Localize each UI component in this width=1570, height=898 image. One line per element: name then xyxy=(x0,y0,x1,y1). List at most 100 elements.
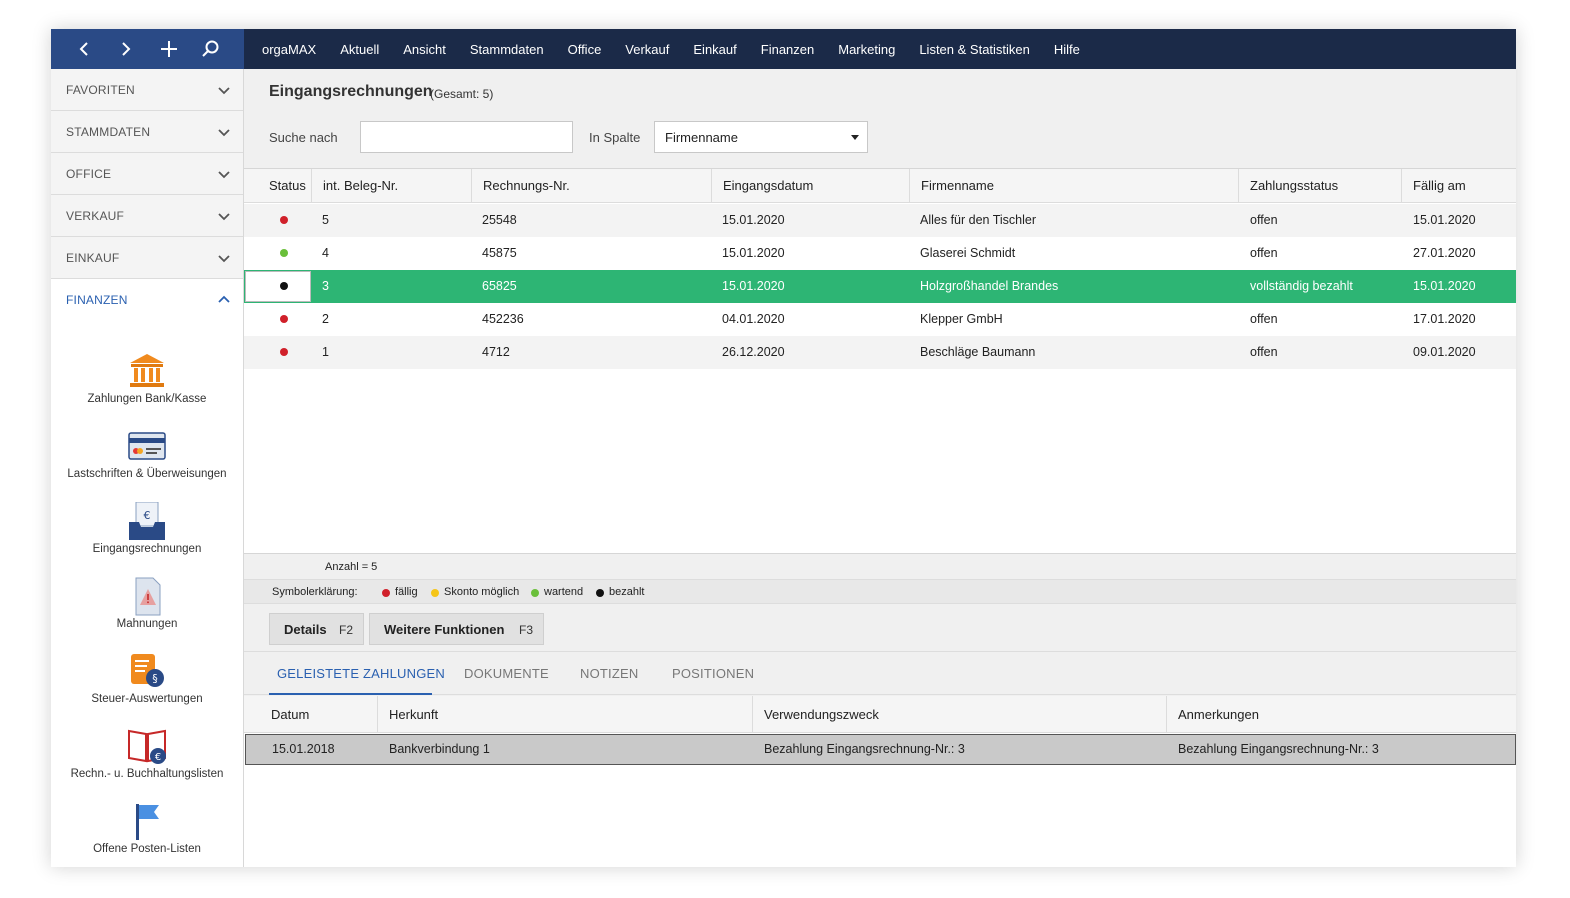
sidebar-section-label: EINKAUF xyxy=(66,251,120,265)
svg-text:§: § xyxy=(152,672,158,685)
tool-zahlungen-bank-kasse[interactable]: Zahlungen Bank/Kasse xyxy=(51,352,243,424)
cell-rechnung: 65825 xyxy=(482,279,517,293)
cell-zahlung: vollständig bezahlt xyxy=(1250,279,1353,293)
search-icon[interactable] xyxy=(196,35,224,63)
detail-tabs: GELEISTETE ZAHLUNGEN DOKUMENTE NOTIZEN P… xyxy=(244,651,1516,695)
cell-rechnung: 452236 xyxy=(482,312,524,326)
menu-finanzen[interactable]: Finanzen xyxy=(761,42,814,57)
tab-positionen[interactable]: POSITIONEN xyxy=(672,666,754,681)
table-row[interactable]: 5 25548 15.01.2020 Alles für den Tischle… xyxy=(244,204,1516,237)
legend-dot-wartend xyxy=(531,589,539,597)
button-label: Weitere Funktionen xyxy=(384,622,505,637)
column-header-rechnung[interactable]: Rechnungs-Nr. xyxy=(471,169,711,203)
menu-bar: orgaMAX Aktuell Ansicht Stammdaten Offic… xyxy=(262,29,1104,69)
plus-icon[interactable] xyxy=(155,35,183,63)
table-row[interactable]: 1 4712 26.12.2020 Beschläge Baumann offe… xyxy=(244,336,1516,369)
chevron-right-icon[interactable] xyxy=(112,35,140,63)
menu-hilfe[interactable]: Hilfe xyxy=(1054,42,1080,57)
menu-aktuell[interactable]: Aktuell xyxy=(340,42,379,57)
table-row[interactable]: 2 452236 04.01.2020 Klepper GmbH offen 1… xyxy=(244,303,1516,336)
cell-verwendungszweck: Bezahlung Eingangsrechnung-Nr.: 3 xyxy=(764,742,965,756)
record-count: Anzahl = 5 xyxy=(325,561,378,573)
tool-label: Offene Posten-Listen xyxy=(93,843,201,855)
column-header-datum[interactable]: Datum xyxy=(244,696,377,733)
column-header-status[interactable]: Status xyxy=(244,169,311,203)
cell-herkunft: Bankverbindung 1 xyxy=(389,742,490,756)
sidebar-section-office[interactable]: OFFICE xyxy=(51,153,243,195)
tab-geleistete-zahlungen[interactable]: GELEISTETE ZAHLUNGEN xyxy=(277,666,445,681)
button-label: Details xyxy=(284,622,327,637)
menu-stammdaten[interactable]: Stammdaten xyxy=(470,42,544,57)
sidebar-section-label: VERKAUF xyxy=(66,209,125,223)
status-dot-faellig xyxy=(280,315,288,323)
sidebar-section-verkauf[interactable]: VERKAUF xyxy=(51,195,243,237)
invoice-table: Status int. Beleg-Nr. Rechnungs-Nr. Eing… xyxy=(244,168,1516,554)
cell-datum: 15.01.2020 xyxy=(722,246,785,260)
chevron-down-icon xyxy=(218,255,230,263)
sidebar-section-einkauf[interactable]: EINKAUF xyxy=(51,237,243,279)
more-functions-button[interactable]: Weitere Funktionen F3 xyxy=(369,613,544,645)
tool-offene-posten-listen[interactable]: Offene Posten-Listen xyxy=(51,802,243,867)
warning-document-icon xyxy=(135,577,161,616)
column-header-faellig[interactable]: Fällig am xyxy=(1401,169,1516,203)
table-row[interactable]: 4 45875 15.01.2020 Glaserei Schmidt offe… xyxy=(244,237,1516,270)
tool-lastschriften-ueberweisungen[interactable]: Lastschriften & Überweisungen xyxy=(51,427,243,499)
details-button[interactable]: Details F2 xyxy=(269,613,364,645)
top-bar: orgaMAX Aktuell Ansicht Stammdaten Offic… xyxy=(51,29,1516,69)
record-count-bar: Anzahl = 5 xyxy=(244,555,1516,579)
menu-verkauf[interactable]: Verkauf xyxy=(625,42,669,57)
tool-buchhaltungslisten[interactable]: € Rechn.- u. Buchhaltungslisten xyxy=(51,727,243,799)
tool-label: Mahnungen xyxy=(116,618,178,630)
table-row-selected[interactable]: 3 65825 15.01.2020 Holzgroßhandel Brande… xyxy=(244,270,1516,303)
column-header-beleg[interactable]: int. Beleg-Nr. xyxy=(311,169,471,203)
payment-row[interactable]: 15.01.2018 Bankverbindung 1 Bezahlung Ei… xyxy=(245,734,1516,765)
cell-faellig: 15.01.2020 xyxy=(1413,279,1476,293)
menu-listen-statistiken[interactable]: Listen & Statistiken xyxy=(919,42,1030,57)
record-total: (Gesamt: 5) xyxy=(430,87,494,101)
sidebar-section-finanzen[interactable]: FINANZEN xyxy=(51,279,243,321)
menu-marketing[interactable]: Marketing xyxy=(838,42,895,57)
tool-steuer-auswertungen[interactable]: § Steuer-Auswertungen xyxy=(51,652,243,724)
shortcut-key: F2 xyxy=(339,623,354,637)
cell-rechnung: 4712 xyxy=(482,345,510,359)
column-header-anmerkungen[interactable]: Anmerkungen xyxy=(1166,696,1516,733)
status-dot-bezahlt xyxy=(280,282,288,290)
tax-scroll-icon: § xyxy=(131,654,164,687)
bank-icon xyxy=(130,354,164,387)
column-header-verwendungszweck[interactable]: Verwendungszweck xyxy=(752,696,1166,733)
column-header-zahlungsstatus[interactable]: Zahlungsstatus xyxy=(1238,169,1401,203)
cell-faellig: 27.01.2020 xyxy=(1413,246,1476,260)
menu-orgamax[interactable]: orgaMAX xyxy=(262,42,316,57)
chevron-down-icon xyxy=(218,213,230,221)
column-header-herkunft[interactable]: Herkunft xyxy=(377,696,752,733)
cell-rechnung: 25548 xyxy=(482,213,517,227)
svg-text:€: € xyxy=(144,509,151,522)
column-header-firmenname[interactable]: Firmenname xyxy=(909,169,1238,203)
menu-office[interactable]: Office xyxy=(568,42,602,57)
cell-zahlung: offen xyxy=(1250,312,1278,326)
status-dot-faellig xyxy=(280,348,288,356)
cell-anmerkungen: Bezahlung Eingangsrechnung-Nr.: 3 xyxy=(1178,742,1379,756)
column-select[interactable]: Firmenname xyxy=(654,121,868,153)
menu-ansicht[interactable]: Ansicht xyxy=(403,42,446,57)
column-select-value: Firmenname xyxy=(665,130,738,145)
legend-dot-skonto xyxy=(431,589,439,597)
legend-label: bezahlt xyxy=(609,586,645,598)
tool-label: Steuer-Auswertungen xyxy=(91,693,203,705)
menu-einkauf[interactable]: Einkauf xyxy=(693,42,736,57)
tool-eingangsrechnungen[interactable]: € Eingangsrechnungen xyxy=(51,502,243,574)
sidebar-section-stammdaten[interactable]: STAMMDATEN xyxy=(51,111,243,153)
tab-dokumente[interactable]: DOKUMENTE xyxy=(464,666,549,681)
tab-notizen[interactable]: NOTIZEN xyxy=(580,666,638,681)
sidebar-section-label: FINANZEN xyxy=(66,293,128,307)
tool-mahnungen[interactable]: Mahnungen xyxy=(51,577,243,649)
column-header-eingangsdatum[interactable]: Eingangsdatum xyxy=(711,169,909,203)
page-title: Eingangsrechnungen xyxy=(269,83,433,100)
cell-zahlung: offen xyxy=(1250,345,1278,359)
search-input[interactable] xyxy=(360,121,573,153)
svg-text:€: € xyxy=(155,752,161,763)
cell-firma: Klepper GmbH xyxy=(920,312,1003,326)
sidebar-section-favoriten[interactable]: FAVORITEN xyxy=(51,69,243,111)
chevron-left-icon[interactable] xyxy=(70,35,98,63)
cell-rechnung: 45875 xyxy=(482,246,517,260)
